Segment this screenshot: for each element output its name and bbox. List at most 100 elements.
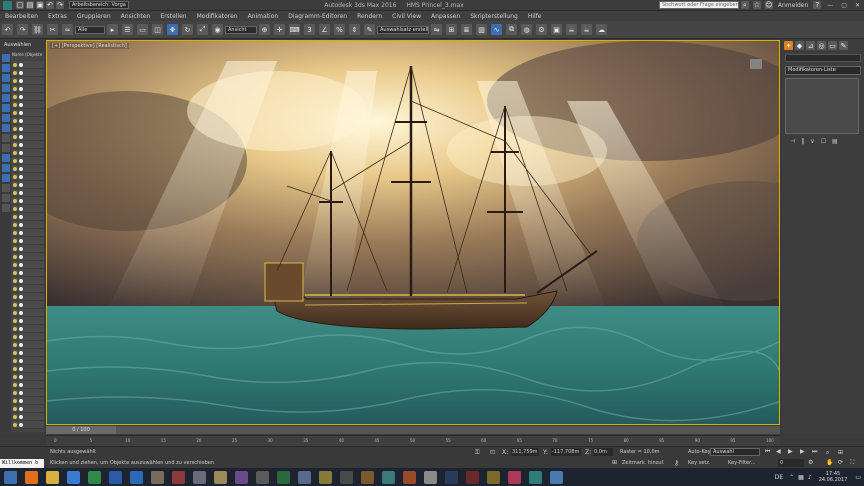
freeze-icon[interactable] <box>19 342 23 347</box>
list-item[interactable] <box>12 205 44 213</box>
display-none-icon[interactable] <box>2 64 10 72</box>
app-icon-1[interactable] <box>151 470 164 484</box>
star-icon[interactable]: ☆ <box>752 1 761 9</box>
freeze-icon[interactable] <box>19 366 23 371</box>
select-tool-icon[interactable] <box>2 54 10 62</box>
bones-filter-icon[interactable] <box>2 164 10 172</box>
y-coordinate-field[interactable]: -117,708m <box>551 448 581 456</box>
freeze-icon[interactable] <box>19 382 23 387</box>
bind-space-warp-icon[interactable]: ≈ <box>62 24 73 35</box>
visibility-icon[interactable] <box>13 134 17 139</box>
freeze-icon[interactable] <box>19 150 23 155</box>
signin-button[interactable]: Anmelden <box>778 2 808 9</box>
list-item[interactable] <box>12 381 44 389</box>
curve-editor-icon[interactable]: ∿ <box>491 24 502 35</box>
minimize-icon[interactable]: — <box>827 2 833 9</box>
select-move-icon[interactable]: ✥ <box>167 24 178 35</box>
list-item[interactable] <box>12 173 44 181</box>
app-icon-16[interactable] <box>487 470 500 484</box>
visibility-icon[interactable] <box>13 262 17 267</box>
list-item[interactable] <box>12 93 44 101</box>
angle-snap-icon[interactable]: ∠ <box>319 24 330 35</box>
hidden-filter-icon[interactable] <box>2 194 10 202</box>
utilities-tab-icon[interactable]: ✎ <box>839 41 848 50</box>
visibility-icon[interactable] <box>13 286 17 291</box>
list-item[interactable] <box>12 229 44 237</box>
app-icon-15[interactable] <box>466 470 479 484</box>
list-item[interactable] <box>12 309 44 317</box>
list-item[interactable] <box>12 253 44 261</box>
groups-filter-icon[interactable] <box>2 144 10 152</box>
undo-icon[interactable]: ↶ <box>2 24 13 35</box>
modifier-stack[interactable] <box>785 78 859 134</box>
list-item[interactable] <box>12 197 44 205</box>
search-icon[interactable]: ⌕ <box>740 1 749 9</box>
visibility-icon[interactable] <box>13 230 17 235</box>
freeze-icon[interactable] <box>19 414 23 419</box>
workspace-dropdown[interactable]: Arbeitsbereich: Vorga <box>69 1 129 9</box>
visibility-icon[interactable] <box>13 214 17 219</box>
app-icon-18[interactable] <box>550 470 563 484</box>
visibility-icon[interactable] <box>13 422 17 427</box>
app-icon-3[interactable] <box>193 470 206 484</box>
visibility-icon[interactable] <box>13 382 17 387</box>
list-item[interactable] <box>12 341 44 349</box>
list-item[interactable] <box>12 421 44 429</box>
z-coordinate-field[interactable]: 0,0m <box>593 448 613 456</box>
list-item[interactable] <box>12 325 44 333</box>
visibility-icon[interactable] <box>13 318 17 323</box>
list-item[interactable] <box>12 405 44 413</box>
containers-filter-icon[interactable] <box>2 174 10 182</box>
perspective-viewport[interactable]: [+] [Perspektive] [Realistisch] <box>46 40 780 425</box>
visibility-icon[interactable] <box>13 246 17 251</box>
motion-tab-icon[interactable]: ◎ <box>817 41 826 50</box>
spinner-snap-icon[interactable]: ⇕ <box>349 24 360 35</box>
freeze-icon[interactable] <box>19 238 23 243</box>
pivot-icon[interactable]: ⊕ <box>259 24 270 35</box>
list-item[interactable] <box>12 157 44 165</box>
spacewarps-filter-icon[interactable] <box>2 134 10 142</box>
visibility-icon[interactable] <box>13 158 17 163</box>
visibility-icon[interactable] <box>13 350 17 355</box>
language-indicator[interactable]: DE <box>775 474 783 481</box>
frozen-filter-icon[interactable] <box>2 184 10 192</box>
freeze-icon[interactable] <box>19 326 23 331</box>
keyfilter-button[interactable]: Key-Filter... <box>728 460 755 466</box>
select-rotate-icon[interactable]: ↻ <box>182 24 193 35</box>
viewport-label[interactable]: [+] [Perspektive] [Realistisch] <box>50 43 129 49</box>
menu-item-views[interactable]: Ansichten <box>121 13 151 20</box>
redo-icon[interactable]: ↷ <box>17 24 28 35</box>
render-setup-icon[interactable]: ⚙ <box>536 24 547 35</box>
tray-arrow-icon[interactable]: ⌃ <box>789 474 794 481</box>
edit-named-sel-icon[interactable]: ✎ <box>364 24 375 35</box>
freeze-icon[interactable] <box>19 86 23 91</box>
freeze-icon[interactable] <box>19 166 23 171</box>
select-scale-icon[interactable]: ⤢ <box>197 24 208 35</box>
menu-item-scripting[interactable]: Skripterstellung <box>470 13 518 20</box>
app-icon-13[interactable] <box>403 470 416 484</box>
visibility-icon[interactable] <box>13 70 17 75</box>
visibility-icon[interactable] <box>13 206 17 211</box>
list-item[interactable] <box>12 285 44 293</box>
visibility-icon[interactable] <box>13 62 17 67</box>
zoom-icon[interactable]: ⌕ <box>826 449 829 457</box>
volume-icon[interactable]: ♪ <box>808 474 812 481</box>
visibility-icon[interactable] <box>13 310 17 315</box>
open-file-icon[interactable]: ▤ <box>26 1 34 9</box>
orbit-icon[interactable]: ⟳ <box>838 459 843 466</box>
remove-modifier-icon[interactable]: ☐ <box>821 138 826 145</box>
goto-end-icon[interactable]: ⏭ <box>812 448 817 456</box>
freeze-icon[interactable] <box>19 422 23 427</box>
play-icon[interactable]: ▶ <box>788 448 793 455</box>
network-icon[interactable]: ▦ <box>798 474 804 481</box>
selection-filter-dropdown[interactable]: Alle <box>75 25 105 34</box>
app-icon-9[interactable] <box>319 470 332 484</box>
freeze-icon[interactable] <box>19 398 23 403</box>
freeze-icon[interactable] <box>19 230 23 235</box>
app-icon-2[interactable] <box>172 470 185 484</box>
app-icon-5[interactable] <box>235 470 248 484</box>
outlook-icon[interactable] <box>130 470 143 484</box>
render-iterative-icon[interactable]: ☕ <box>581 24 592 35</box>
pan-icon[interactable]: ✋ <box>826 459 833 466</box>
freeze-icon[interactable] <box>19 198 23 203</box>
